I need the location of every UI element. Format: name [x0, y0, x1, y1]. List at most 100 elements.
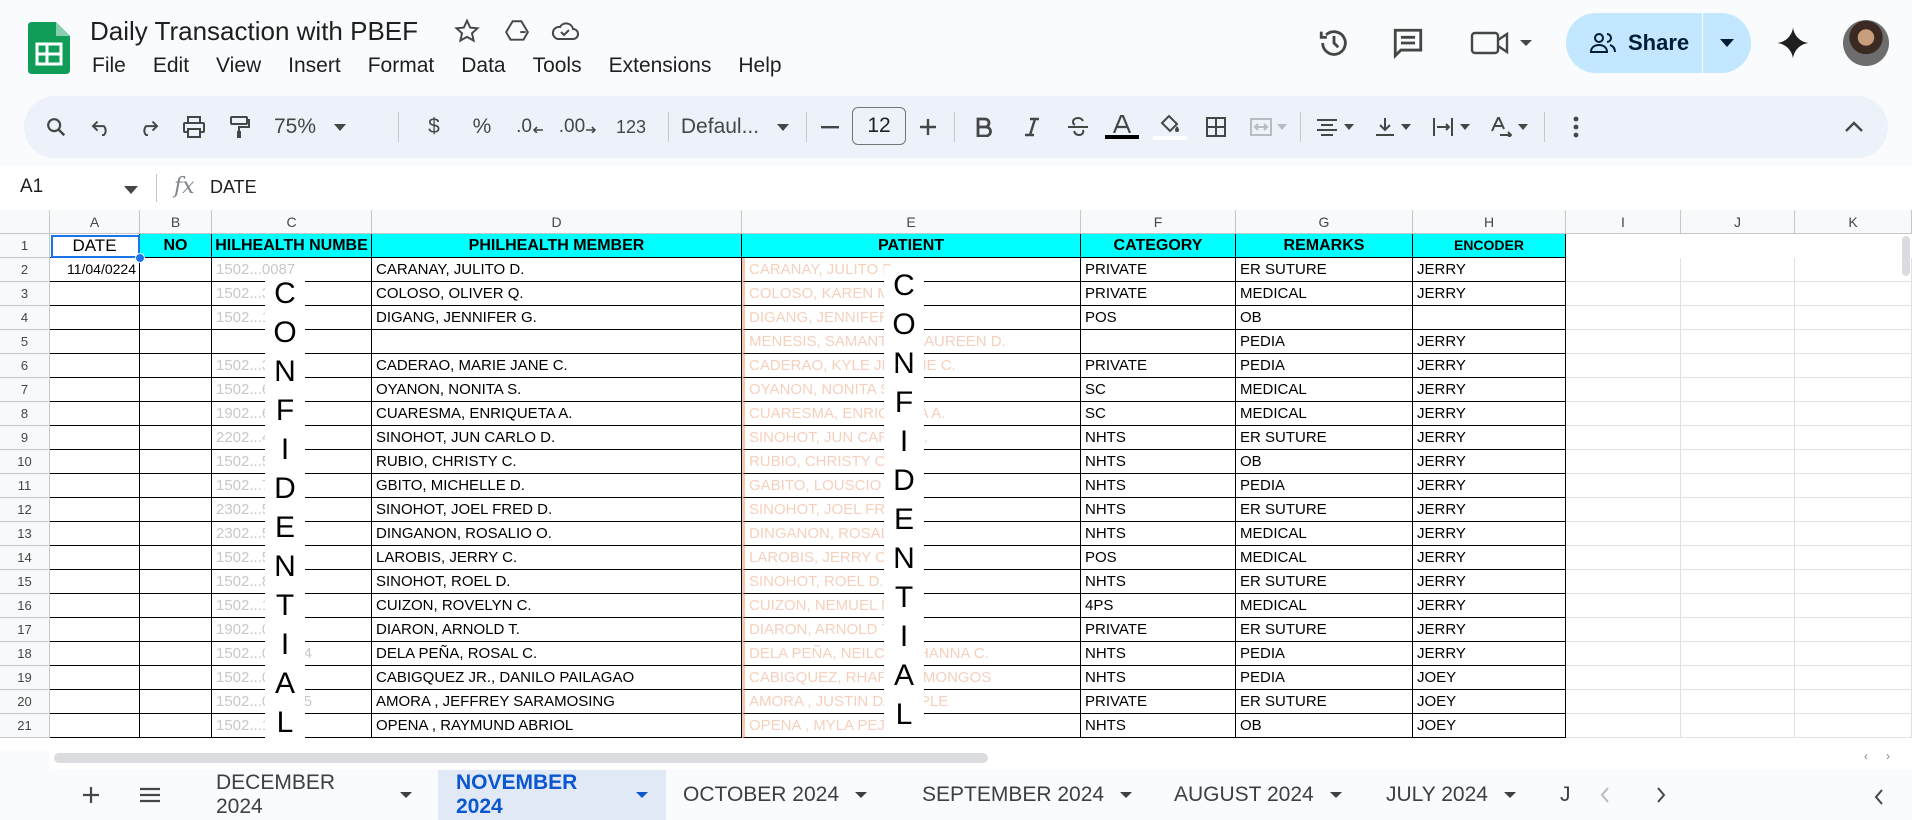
- cell-f21[interactable]: NHTS: [1081, 714, 1236, 738]
- cell-g7[interactable]: MEDICAL: [1236, 378, 1413, 402]
- cell-f20[interactable]: PRIVATE: [1081, 690, 1236, 714]
- cell-a7[interactable]: [50, 378, 140, 402]
- cell-g15[interactable]: ER SUTURE: [1236, 570, 1413, 594]
- cell-d13[interactable]: DINGANON, ROSALIO O.: [372, 522, 742, 546]
- cell-j2[interactable]: [1681, 258, 1795, 282]
- scrollbar-thumb[interactable]: [54, 753, 988, 763]
- cell-g2[interactable]: ER SUTURE: [1236, 258, 1413, 282]
- column-header-i[interactable]: I: [1566, 210, 1681, 234]
- cell-j15[interactable]: [1681, 570, 1795, 594]
- cell-i8[interactable]: [1566, 402, 1681, 426]
- currency-format-button[interactable]: $: [416, 96, 452, 158]
- formula-input[interactable]: DATE: [210, 177, 257, 198]
- cell-a16[interactable]: [50, 594, 140, 618]
- cell-k20[interactable]: [1795, 690, 1912, 714]
- cell-d11[interactable]: GBITO, MICHELLE D.: [372, 474, 742, 498]
- header-cell-d[interactable]: PHILHEALTH MEMBER: [372, 234, 742, 258]
- row-header-9[interactable]: 9: [0, 426, 50, 450]
- cell-f19[interactable]: NHTS: [1081, 666, 1236, 690]
- add-sheet-icon[interactable]: [76, 780, 106, 810]
- version-history-icon[interactable]: [1314, 22, 1354, 64]
- sheet-tab-july-2024[interactable]: JULY 2024: [1368, 770, 1558, 820]
- cell-a6[interactable]: [50, 354, 140, 378]
- scroll-left-icon[interactable]: ‹: [1864, 749, 1868, 763]
- select-all-corner[interactable]: [0, 210, 50, 234]
- cell-h21[interactable]: JOEY: [1413, 714, 1566, 738]
- cell-k14[interactable]: [1795, 546, 1912, 570]
- cell-i10[interactable]: [1566, 450, 1681, 474]
- cell-j6[interactable]: [1681, 354, 1795, 378]
- column-header-e[interactable]: E: [742, 210, 1081, 234]
- cell-h16[interactable]: JERRY: [1413, 594, 1566, 618]
- chevron-down-icon[interactable]: [636, 792, 648, 798]
- cell-i16[interactable]: [1566, 594, 1681, 618]
- cell-f14[interactable]: POS: [1081, 546, 1236, 570]
- cell-b2[interactable]: [140, 258, 212, 282]
- menu-help[interactable]: Help: [720, 52, 790, 80]
- cell-h8[interactable]: JERRY: [1413, 402, 1566, 426]
- cell-h3[interactable]: JERRY: [1413, 282, 1566, 306]
- undo-icon[interactable]: [84, 96, 120, 158]
- cell-h15[interactable]: JERRY: [1413, 570, 1566, 594]
- cell-b19[interactable]: [140, 666, 212, 690]
- cell-b7[interactable]: [140, 378, 212, 402]
- name-box[interactable]: A1: [20, 176, 43, 198]
- cell-d3[interactable]: COLOSO, OLIVER Q.: [372, 282, 742, 306]
- cell-f8[interactable]: SC: [1081, 402, 1236, 426]
- header-cell-b[interactable]: NO: [140, 234, 212, 258]
- cell-a11[interactable]: [50, 474, 140, 498]
- cell-k9[interactable]: [1795, 426, 1912, 450]
- cell-i5[interactable]: [1566, 330, 1681, 354]
- cell-a15[interactable]: [50, 570, 140, 594]
- cell-j4[interactable]: [1681, 306, 1795, 330]
- cell-k21[interactable]: [1795, 714, 1912, 738]
- column-header-c[interactable]: C: [212, 210, 372, 234]
- cell-j19[interactable]: [1681, 666, 1795, 690]
- cell-g11[interactable]: PEDIA: [1236, 474, 1413, 498]
- cell-h5[interactable]: JERRY: [1413, 330, 1566, 354]
- decrease-decimal-button[interactable]: .0: [508, 96, 552, 158]
- fill-color-icon[interactable]: [1150, 96, 1190, 158]
- vertical-align-icon[interactable]: [1368, 96, 1418, 158]
- cell-i18[interactable]: [1566, 642, 1681, 666]
- cell-d4[interactable]: DIGANG, JENNIFER G.: [372, 306, 742, 330]
- horizontal-align-icon[interactable]: [1310, 96, 1360, 158]
- cell-f10[interactable]: NHTS: [1081, 450, 1236, 474]
- cell-i6[interactable]: [1566, 354, 1681, 378]
- cell-i11[interactable]: [1566, 474, 1681, 498]
- cell-a20[interactable]: [50, 690, 140, 714]
- cell-h10[interactable]: JERRY: [1413, 450, 1566, 474]
- row-header-12[interactable]: 12: [0, 498, 50, 522]
- cell-i15[interactable]: [1566, 570, 1681, 594]
- cell-g4[interactable]: OB: [1236, 306, 1413, 330]
- menu-tools[interactable]: Tools: [515, 52, 591, 80]
- cell-b5[interactable]: [140, 330, 212, 354]
- all-sheets-icon[interactable]: [135, 780, 165, 810]
- cell-d7[interactable]: OYANON, NONITA S.: [372, 378, 742, 402]
- cell-d2[interactable]: CARANAY, JULITO D.: [372, 258, 742, 282]
- cell-k2[interactable]: [1795, 258, 1912, 282]
- chevron-down-icon[interactable]: [855, 792, 868, 798]
- cell-a2[interactable]: 11/04/0224: [50, 258, 140, 282]
- cell-b15[interactable]: [140, 570, 212, 594]
- cell-i19[interactable]: [1566, 666, 1681, 690]
- cell-j20[interactable]: [1681, 690, 1795, 714]
- cell-f18[interactable]: NHTS: [1081, 642, 1236, 666]
- cell-g19[interactable]: PEDIA: [1236, 666, 1413, 690]
- column-header-g[interactable]: G: [1236, 210, 1413, 234]
- cell-k19[interactable]: [1795, 666, 1912, 690]
- header-cell-g[interactable]: REMARKS: [1236, 234, 1413, 258]
- text-rotation-icon[interactable]: [1484, 96, 1534, 158]
- cell-k5[interactable]: [1795, 330, 1912, 354]
- redo-icon[interactable]: [130, 96, 166, 158]
- row-header-21[interactable]: 21: [0, 714, 50, 738]
- cell-b14[interactable]: [140, 546, 212, 570]
- cell-k6[interactable]: [1795, 354, 1912, 378]
- cell-a4[interactable]: [50, 306, 140, 330]
- cell-b4[interactable]: [140, 306, 212, 330]
- cell-j5[interactable]: [1681, 330, 1795, 354]
- cell-j21[interactable]: [1681, 714, 1795, 738]
- cell-k4[interactable]: [1795, 306, 1912, 330]
- cloud-saved-icon[interactable]: [548, 16, 582, 46]
- cell-a21[interactable]: [50, 714, 140, 738]
